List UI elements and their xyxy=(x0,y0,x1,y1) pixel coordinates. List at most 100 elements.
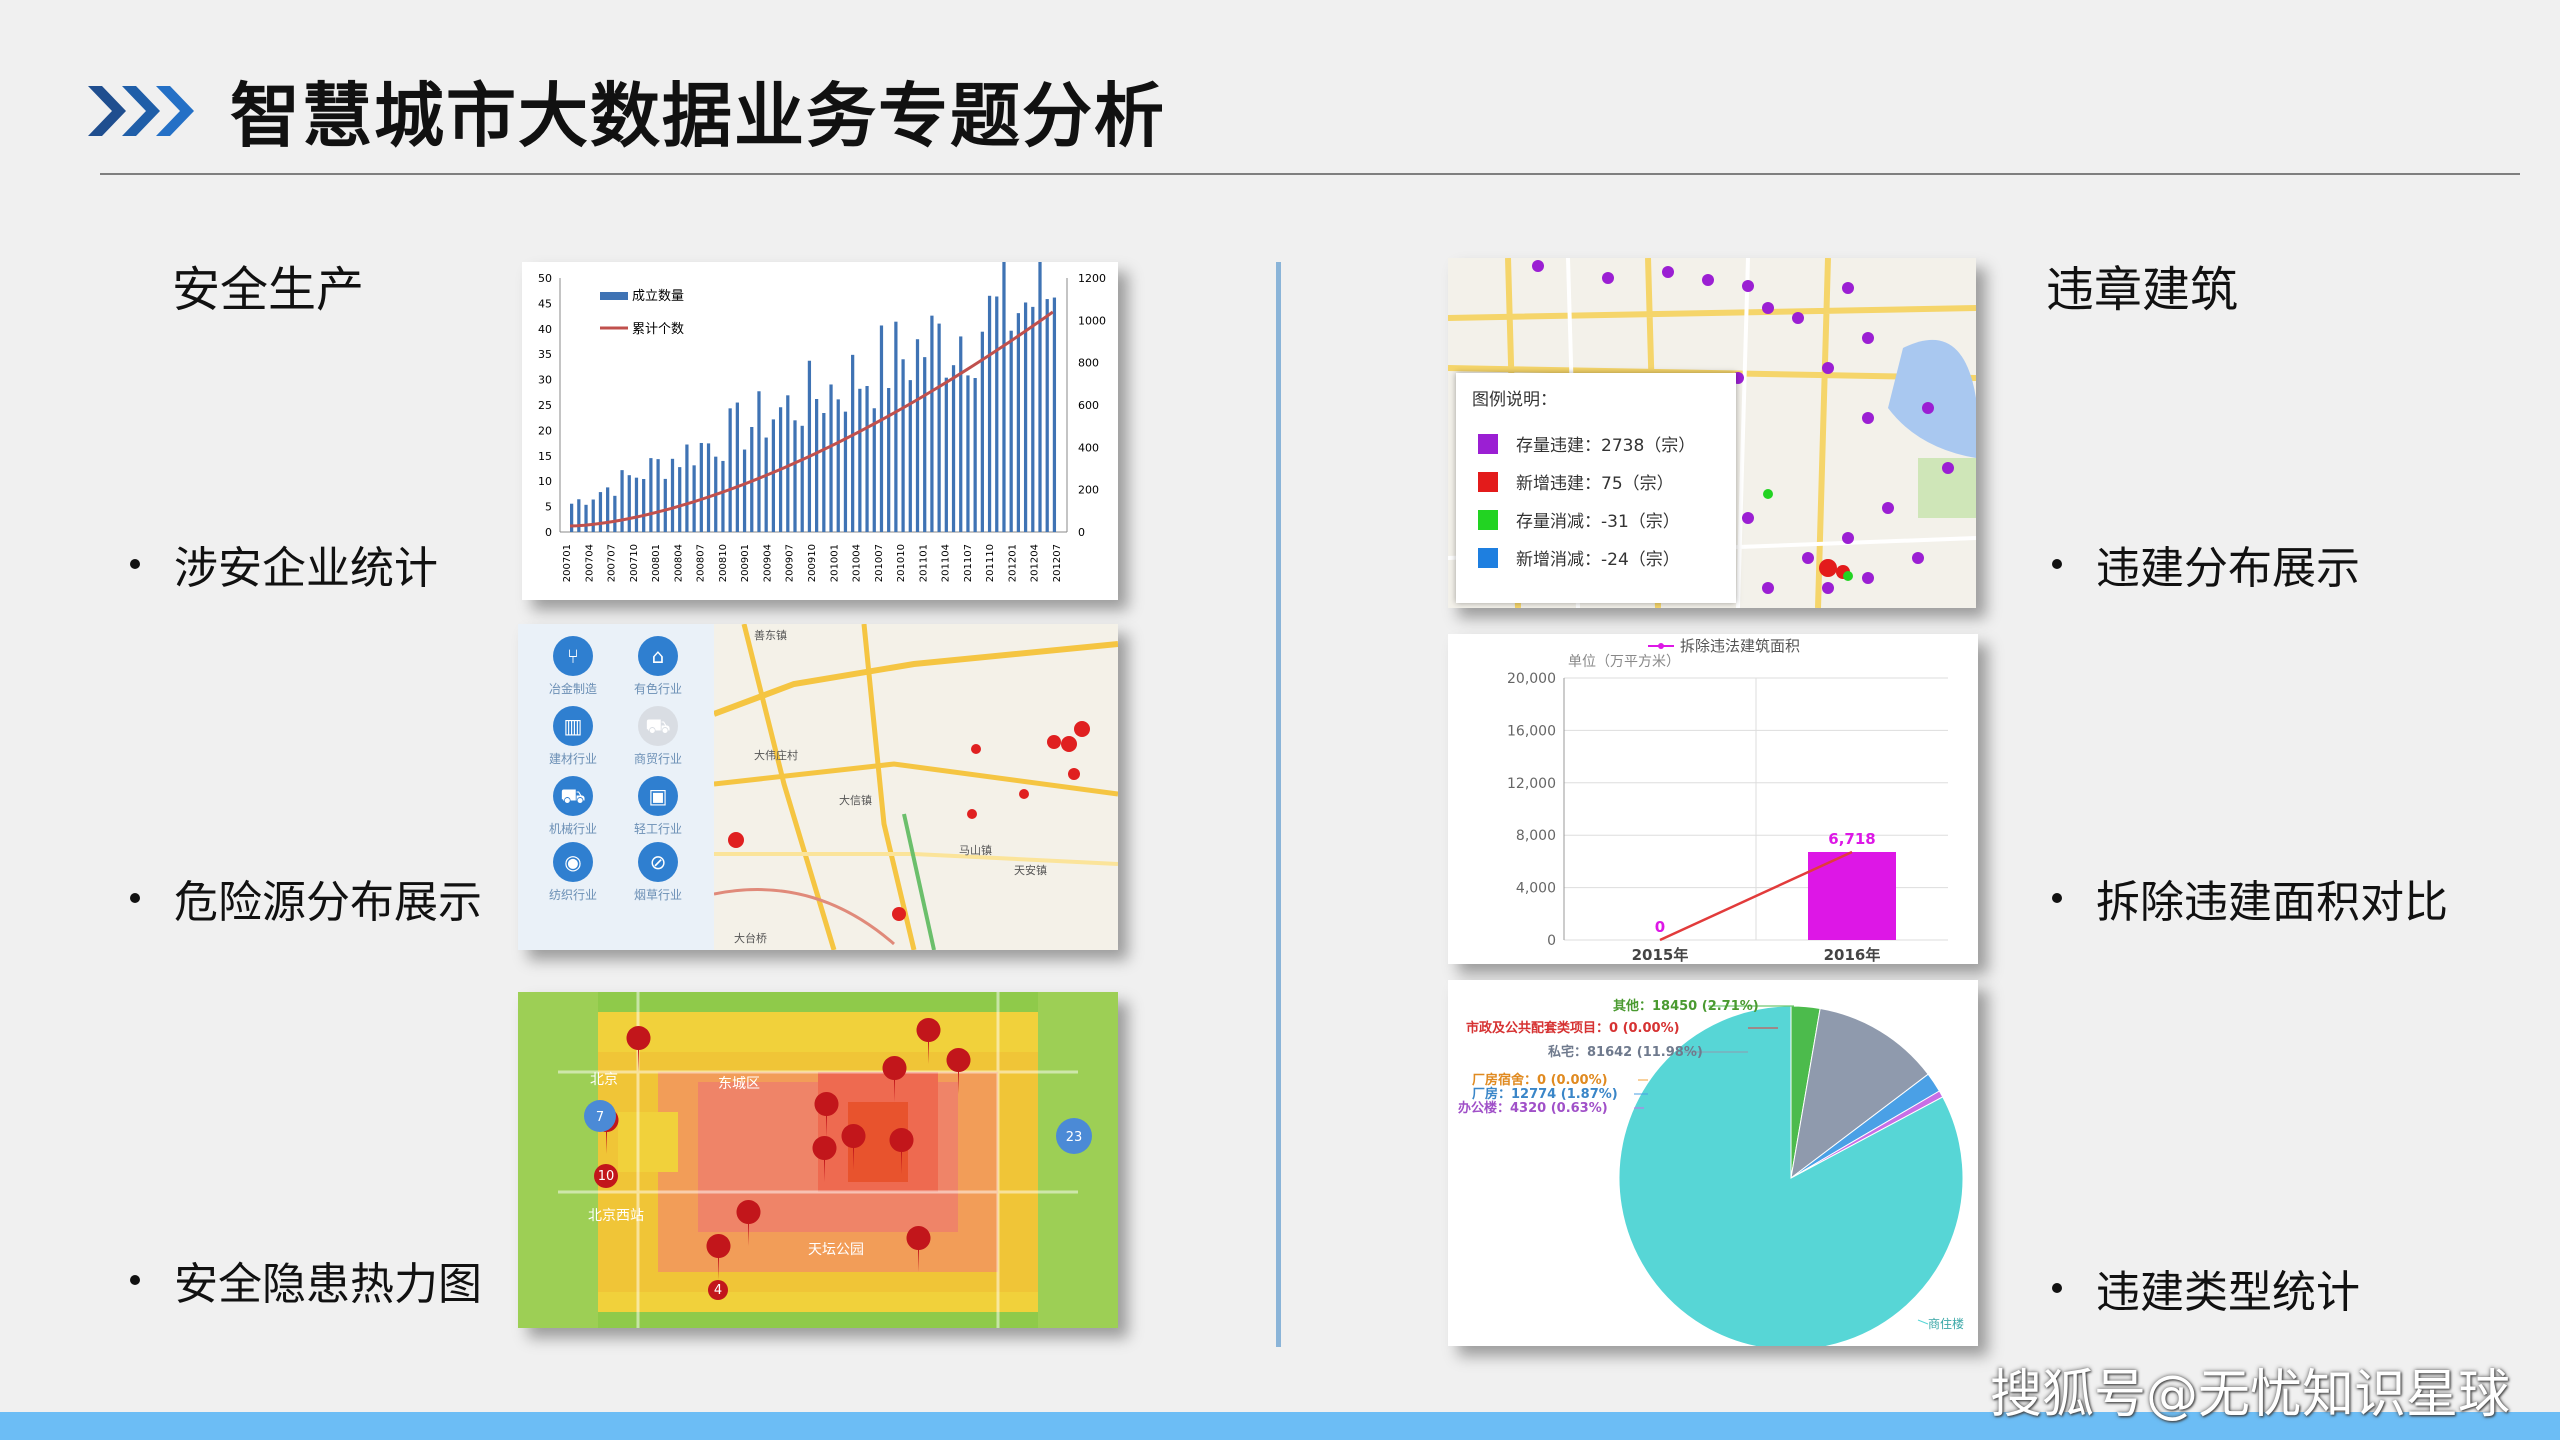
y-left-tick: 15 xyxy=(538,450,552,463)
title-divider xyxy=(100,173,2520,175)
x-tick: 200807 xyxy=(696,544,707,582)
bar xyxy=(865,386,869,532)
bar xyxy=(959,336,963,532)
y-left-tick: 20 xyxy=(538,424,552,437)
heatmap-panel: 北京 东城区 北京西站 天坛公园 7 10 23 4 xyxy=(518,992,1118,1328)
bar xyxy=(649,458,653,532)
bar xyxy=(663,478,667,532)
bar xyxy=(786,395,790,532)
demolition-chart: 拆除违法建筑面积 单位（万平方米） 20,000 16,000 12,000 8,00… xyxy=(1507,637,1948,964)
demolition-x-label: 2015年 xyxy=(1632,946,1689,964)
illegal-pin[interactable] xyxy=(1862,412,1874,424)
y-right-tick: 600 xyxy=(1078,399,1099,412)
new-illegal-pin[interactable] xyxy=(1819,559,1837,577)
bullet-enterprise-stats: 涉安企业统计 xyxy=(130,532,438,596)
reduced-pin[interactable] xyxy=(1843,571,1853,581)
industry-tool-tobacco[interactable]: ⊘ 烟草行业 xyxy=(618,842,698,903)
bar xyxy=(620,470,624,532)
bullet-heatmap: 安全隐患热力图 xyxy=(130,1248,482,1312)
y-right-tick: 800 xyxy=(1078,357,1099,370)
industry-tool-building[interactable]: ▥ 建材行业 xyxy=(533,706,613,767)
x-tick: 200804 xyxy=(673,544,684,582)
heat-label-3: 天坛公园 xyxy=(808,1242,864,1258)
map-label-0: 善东镇 xyxy=(754,628,787,642)
illegal-pin[interactable] xyxy=(1822,362,1834,374)
illegal-pin[interactable] xyxy=(1842,532,1854,544)
map-label-4: 天安镇 xyxy=(1014,863,1047,877)
bar xyxy=(915,339,920,532)
map-legend-title: 图例说明： xyxy=(1472,390,1557,410)
reduced-pin[interactable] xyxy=(1763,489,1773,499)
bar xyxy=(613,495,617,532)
industry-tool-light[interactable]: ▣ 轻工行业 xyxy=(618,776,698,837)
illegal-pin[interactable] xyxy=(1912,552,1924,564)
illegal-pin[interactable] xyxy=(1762,582,1774,594)
x-tick: 200801 xyxy=(651,544,662,582)
x-tick: 201010 xyxy=(896,544,907,582)
heat-cluster-1: 10 xyxy=(598,1169,615,1184)
illegal-pin[interactable] xyxy=(1802,552,1814,564)
illegal-pin[interactable] xyxy=(1662,266,1674,278)
pie-label-3: 厂房宿舍：0 (0.00%) xyxy=(1472,1072,1608,1088)
bar xyxy=(887,388,891,532)
bar xyxy=(973,378,977,532)
bar xyxy=(728,408,732,532)
x-tick: 201110 xyxy=(985,544,996,582)
industry-tool-commerce[interactable]: ⛟ 商贸行业 xyxy=(618,706,698,767)
map-legend: 图例说明： 存量违建：2738（宗） 新增违建：75（宗） 存量消减：-31（宗… xyxy=(1456,373,1736,603)
y-left-tick: 50 xyxy=(538,272,552,285)
types-pie-panel: 其他：18450 (2.71%) 市政及公共配套类项目：0 (0.00%) 私宅… xyxy=(1448,980,1978,1346)
illegal-pin[interactable] xyxy=(1942,462,1954,474)
demolition-unit: 单位（万平方米） xyxy=(1568,654,1680,670)
bar xyxy=(901,359,905,532)
y-left-tick: 45 xyxy=(538,297,552,310)
bar xyxy=(735,402,739,532)
x-tick: 201201 xyxy=(1007,544,1018,582)
pie-label-2: 私宅：81642 (11.98%) xyxy=(1548,1044,1703,1060)
hazard-map[interactable]: 善东镇 大伟庄村 大信镇 马山镇 天安镇 大台桥 xyxy=(714,624,1118,950)
bar xyxy=(1023,302,1028,532)
map-legend-item-2: 存量消减：-31（宗） xyxy=(1478,507,1680,532)
bar xyxy=(894,321,898,532)
industry-tool-metallurgy[interactable]: ⑂ 冶金制造 xyxy=(533,636,613,697)
legend-label-line: 累计个数 xyxy=(632,322,684,337)
illegal-pin[interactable] xyxy=(1532,260,1544,272)
watermark: 搜狐号@无忧知识星球 xyxy=(1989,1365,2510,1425)
heat-cluster-0: 7 xyxy=(596,1110,604,1125)
illegal-pin[interactable] xyxy=(1742,280,1754,292)
pie-label-4: 厂房：12774 (1.87%) xyxy=(1472,1086,1618,1102)
bar xyxy=(771,419,776,532)
illegal-pin[interactable] xyxy=(1882,502,1894,514)
bar xyxy=(706,443,711,532)
x-tick: 200901 xyxy=(740,544,751,582)
bar xyxy=(642,478,646,532)
illegal-pin[interactable] xyxy=(1792,312,1804,324)
illegal-pin[interactable] xyxy=(1742,512,1754,524)
illegal-pin[interactable] xyxy=(1602,272,1614,284)
illegal-pin[interactable] xyxy=(1842,282,1854,294)
fork-knife-icon: ⑂ xyxy=(553,636,593,676)
legend-swatch-bars xyxy=(600,292,628,300)
bar xyxy=(757,391,761,532)
industry-tool-machinery[interactable]: ⛟ 机械行业 xyxy=(533,776,613,837)
industry-tool-nonferrous[interactable]: ⌂ 有色行业 xyxy=(618,636,698,697)
illegal-pin[interactable] xyxy=(1822,582,1834,594)
illegal-pin[interactable] xyxy=(1702,274,1714,286)
illegal-pin[interactable] xyxy=(1862,332,1874,344)
hazard-map-panel: ⑂ 冶金制造 ⌂ 有色行业 ▥ 建材行业 ⛟ 商贸行业 ⛟ 机械行业 ▣ 轻工行业 ◉ 纺织行… xyxy=(518,624,1118,950)
risk-heatmap[interactable]: 北京 东城区 北京西站 天坛公园 7 10 23 4 xyxy=(518,992,1118,1328)
industry-tool-textile[interactable]: ◉ 纺织行业 xyxy=(533,842,613,903)
illegal-pin[interactable] xyxy=(1862,572,1874,584)
bus-icon: ▣ xyxy=(638,776,678,816)
bar xyxy=(879,325,884,532)
map-legend-item-3: 新增消减：-24（宗） xyxy=(1478,545,1680,570)
bar xyxy=(570,503,574,532)
illegal-pin[interactable] xyxy=(1922,402,1934,414)
bar xyxy=(930,315,934,532)
bar xyxy=(591,499,595,532)
illegal-pin[interactable] xyxy=(1762,302,1774,314)
bar xyxy=(951,365,956,532)
demolition-legend: 拆除违法建筑面积 xyxy=(1680,637,1800,655)
x-tick: 200707 xyxy=(607,544,618,582)
bar xyxy=(634,477,639,532)
